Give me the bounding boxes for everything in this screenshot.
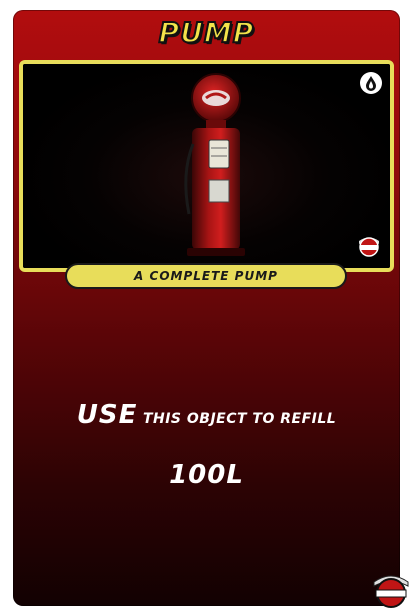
- gas-pump-image: [184, 73, 245, 256]
- item-card: PUMP A COMPLETE PUMP USE THIS OBJECT TO …: [13, 10, 400, 606]
- world-logo-icon: [356, 232, 382, 258]
- item-caption: A COMPLETE PUMP: [65, 263, 347, 289]
- usage-verb: USE: [76, 400, 138, 430]
- world-logo-icon: [370, 570, 412, 608]
- refill-amount: 100L: [169, 460, 244, 490]
- item-image-frame: [19, 60, 394, 272]
- fuel-drop-icon: [360, 72, 382, 94]
- card-title: PUMP: [158, 15, 255, 50]
- usage-text: USE THIS OBJECT TO REFILL: [13, 400, 400, 430]
- item-image: [23, 64, 390, 268]
- usage-description: THIS OBJECT TO REFILL: [142, 411, 337, 427]
